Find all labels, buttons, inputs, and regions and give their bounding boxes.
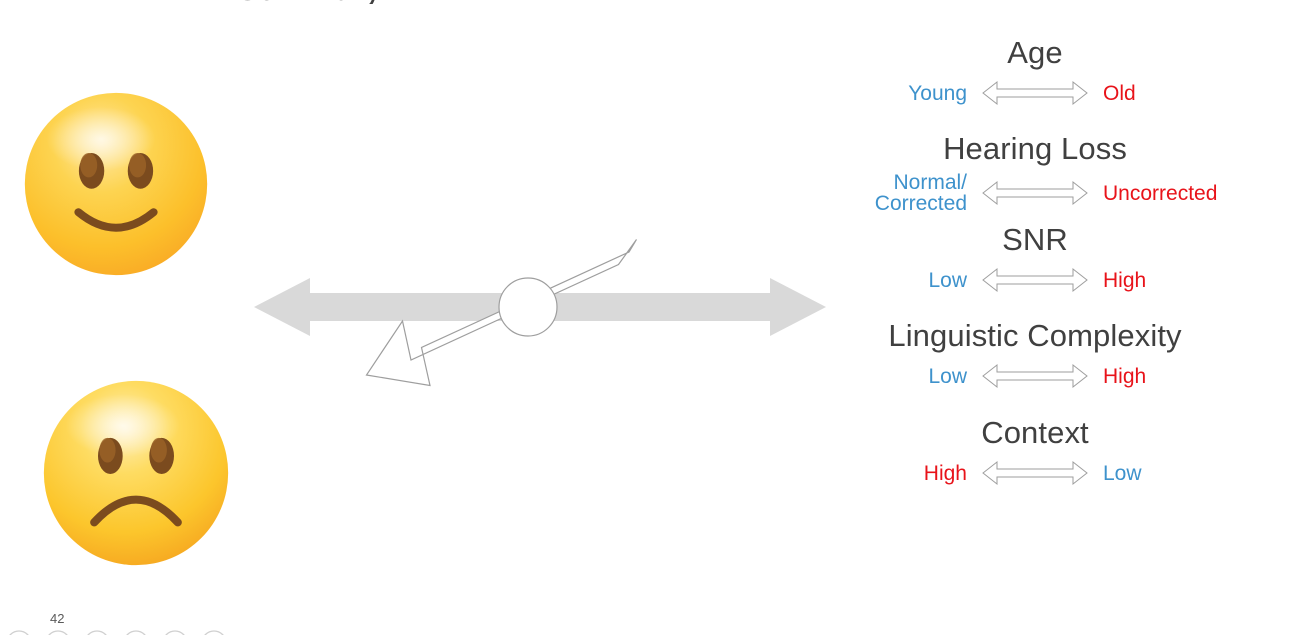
scale-row-linguistic-complexity: Low High	[800, 361, 1270, 391]
scale-title-hearing-loss: Hearing Loss	[943, 131, 1127, 166]
scale-left-label-context: High	[923, 461, 967, 485]
continuum-scales-group: Age Young Old Hearing Loss Normal/ Corre…	[800, 34, 1270, 488]
double-arrow-icon	[981, 361, 1089, 391]
sad-face-emoji	[41, 378, 231, 568]
scale-left-label-linguistic-complexity: Low	[928, 364, 967, 388]
scale-right-label-age: Old	[1103, 81, 1136, 105]
scale-snr: SNR Low High	[800, 221, 1270, 295]
scale-row-snr: Low High	[800, 265, 1270, 295]
scale-title-context: Context	[981, 415, 1089, 450]
scale-hearing-loss: Hearing Loss Normal/ Corrected Uncorrect…	[800, 130, 1270, 214]
page-number: 42	[50, 611, 65, 626]
scale-left-label-age: Young	[908, 81, 967, 105]
scale-row-age: Young Old	[800, 78, 1270, 108]
scale-right-label-context: Low	[1103, 461, 1142, 485]
scale-right-label-linguistic-complexity: High	[1103, 364, 1147, 388]
scale-row-hearing-loss: Normal/ Corrected Uncorrected	[800, 172, 1270, 214]
scale-row-context: High Low	[800, 458, 1270, 488]
scale-right-label-snr: High	[1103, 268, 1147, 292]
scale-age: Age Young Old	[800, 34, 1270, 108]
double-arrow-icon	[981, 458, 1089, 488]
scale-context: Context High Low	[800, 414, 1270, 488]
scale-right-label-hearing-loss: Uncorrected	[1103, 181, 1218, 205]
scale-title-snr: SNR	[1002, 222, 1068, 257]
double-arrow-icon	[981, 265, 1089, 295]
center-circle	[498, 277, 558, 337]
slide-nav-dots[interactable]	[0, 626, 260, 635]
scale-left-label-snr: Low	[928, 268, 967, 292]
emoji-faces-group	[0, 0, 260, 635]
double-arrow-icon	[981, 178, 1089, 208]
double-arrow-icon	[981, 78, 1089, 108]
happy-face-emoji	[22, 90, 210, 278]
scale-title-age: Age	[1007, 35, 1063, 70]
scale-linguistic-complexity: Linguistic Complexity Low High	[800, 317, 1270, 391]
center-cross-diagram	[240, 200, 840, 410]
scale-left-label-hearing-loss: Normal/ Corrected	[874, 171, 967, 215]
scale-title-linguistic-complexity: Linguistic Complexity	[888, 318, 1182, 353]
